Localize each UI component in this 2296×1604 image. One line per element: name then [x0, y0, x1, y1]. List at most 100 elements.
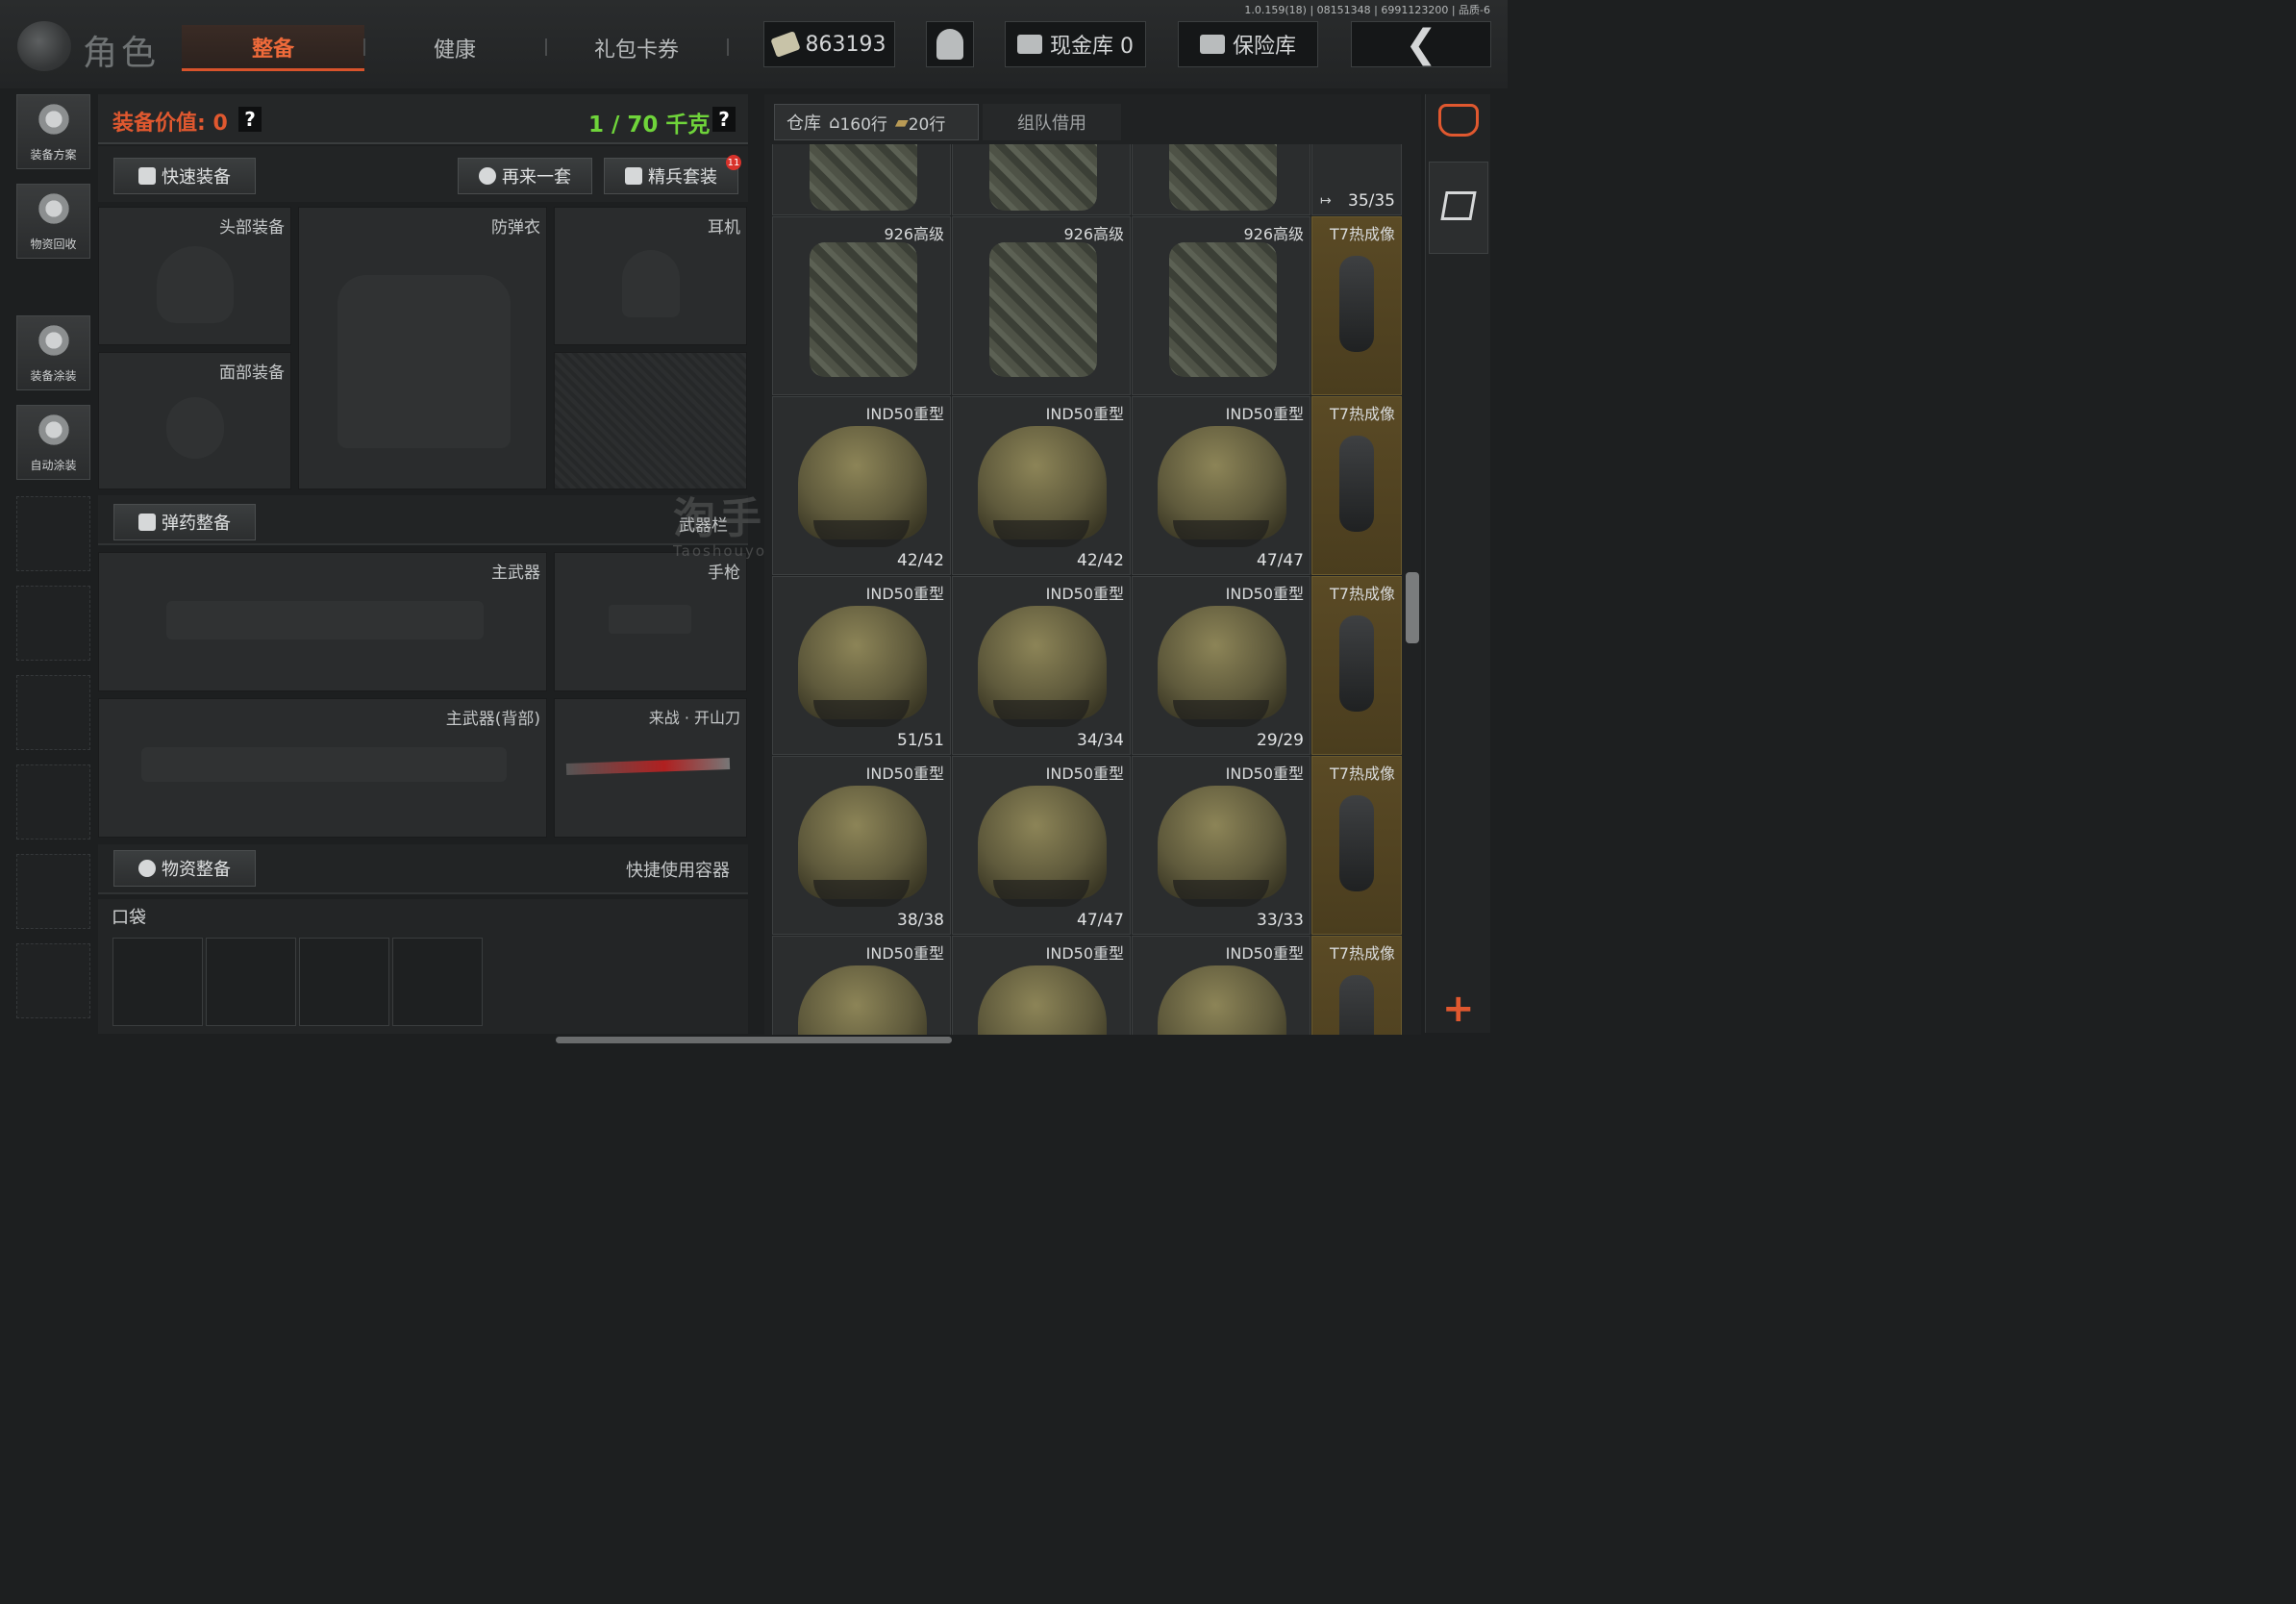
operator-button[interactable] — [926, 21, 974, 67]
locked-slot — [554, 352, 747, 489]
item-cell[interactable]: IND50重型 — [952, 936, 1131, 1035]
item-cell[interactable]: IND50重型 — [772, 936, 951, 1035]
sidebar-empty-slot — [16, 496, 90, 571]
item-name: IND50重型 — [1045, 585, 1124, 603]
item-durability: 47/47 — [1077, 911, 1124, 930]
item-name: 926高级 — [884, 225, 944, 243]
sidebar-item-skin[interactable]: 装备涂装 — [16, 315, 90, 390]
helmet-icon — [798, 426, 927, 547]
item-cell[interactable] — [952, 144, 1131, 215]
item-cell[interactable]: 926高级 — [1132, 216, 1310, 395]
back-button[interactable]: ❮ — [1351, 21, 1491, 67]
store-button[interactable] — [1429, 162, 1488, 254]
earphone-slot[interactable]: 耳机 — [554, 207, 747, 345]
item-cell[interactable]: T7热成像 — [1311, 396, 1402, 575]
supply-prep-button[interactable]: 物资整备 — [113, 850, 256, 887]
melee-slot[interactable]: 来战 · 开山刀 — [554, 698, 747, 838]
item-cell[interactable]: T7热成像 — [1311, 936, 1402, 1035]
currency-display[interactable]: 863193 — [763, 21, 895, 67]
sidebar-item-recycle[interactable]: 物资回收 — [16, 184, 90, 259]
item-name: 926高级 — [1243, 225, 1304, 243]
pocket-slot[interactable] — [206, 938, 296, 1026]
equipment-value: 装备价值: 0 — [112, 112, 228, 136]
home-icon: ⌂ — [829, 112, 840, 133]
helmet-icon — [978, 786, 1107, 907]
cash-vault-button[interactable]: 现金库 0 — [1005, 21, 1146, 67]
pocket-slot[interactable] — [299, 938, 389, 1026]
back-arrow-icon: ❮ — [1405, 22, 1437, 66]
item-cell[interactable]: IND50重型 33/33 — [1132, 756, 1310, 935]
item-cell[interactable]: IND50重型 47/47 — [1132, 396, 1310, 575]
ammo-list-icon — [138, 514, 156, 531]
team-borrow-tab[interactable]: 组队借用 — [983, 104, 1121, 140]
item-cell[interactable]: T7热成像 — [1311, 216, 1402, 395]
sort-stack-icon[interactable] — [1438, 104, 1479, 137]
weight-help-button[interactable]: ? — [712, 107, 736, 132]
primary-weapon-slot[interactable]: 主武器 — [98, 552, 547, 691]
warehouse-scrollbar[interactable] — [1406, 572, 1419, 643]
armor-slot[interactable]: 防弹衣 — [298, 207, 547, 489]
item-name: IND50重型 — [1045, 405, 1124, 423]
backpack-icon — [1169, 144, 1277, 211]
item-name: T7热成像 — [1330, 585, 1395, 603]
slot-label: 防弹衣 — [491, 218, 540, 238]
pistol-slot[interactable]: 手枪 — [554, 552, 747, 691]
item-cell[interactable] — [772, 144, 951, 215]
thermal-scope-icon — [1339, 975, 1374, 1035]
item-cell[interactable]: IND50重型 — [1132, 936, 1310, 1035]
recycle-icon — [34, 189, 73, 228]
exit-icon: ↦ — [1320, 193, 1332, 209]
item-durability: 33/33 — [1257, 911, 1304, 930]
value-help-button[interactable]: ? — [238, 107, 262, 132]
machete-icon — [565, 758, 731, 775]
sidebar-item-auto-skin[interactable]: 自动涂装 — [16, 405, 90, 480]
slot-label: 主武器 — [491, 564, 540, 583]
item-name: IND50重型 — [1225, 405, 1304, 423]
item-cell[interactable]: T7热成像 — [1311, 756, 1402, 935]
item-cell[interactable]: T7热成像 — [1311, 576, 1402, 755]
helmet-icon — [978, 965, 1107, 1035]
again-button[interactable]: 再来一套 — [458, 158, 592, 194]
item-cell[interactable]: 926高级 — [952, 216, 1131, 395]
notification-badge: 11 — [726, 155, 741, 170]
face-gear-slot[interactable]: 面部装备 — [98, 352, 291, 489]
item-cell[interactable]: IND50重型 29/29 — [1132, 576, 1310, 755]
item-cell[interactable]: IND50重型 42/42 — [952, 396, 1131, 575]
vest-placeholder-icon — [337, 275, 511, 448]
tab-equip[interactable]: 整备 — [182, 25, 364, 71]
item-cell[interactable]: IND50重型 34/34 — [952, 576, 1131, 755]
item-cell[interactable] — [1132, 144, 1310, 215]
backpack-icon — [989, 242, 1097, 377]
sidebar-item-loadout[interactable]: 装备方案 — [16, 94, 90, 169]
sidebar-label: 自动涂装 — [30, 459, 77, 472]
helmet-icon — [978, 426, 1107, 547]
pocket-slot[interactable] — [112, 938, 203, 1026]
item-cell[interactable]: 35/35 ↦ — [1311, 144, 1402, 215]
back-weapon-slot[interactable]: 主武器(背部) — [98, 698, 547, 838]
quick-equip-button[interactable]: 快速装备 — [113, 158, 256, 194]
sidebar-empty-slot — [16, 854, 90, 929]
add-button[interactable]: + — [1442, 987, 1475, 1031]
item-cell[interactable]: 926高级 — [772, 216, 951, 395]
horizontal-scrollbar[interactable] — [556, 1037, 952, 1043]
tab-gift-cards[interactable]: 礼包卡券 — [545, 25, 728, 71]
item-cell[interactable]: IND50重型 47/47 — [952, 756, 1131, 935]
item-cell[interactable]: IND50重型 38/38 — [772, 756, 951, 935]
helmet-icon — [798, 606, 927, 727]
item-durability: 42/42 — [1077, 551, 1124, 570]
item-cell[interactable]: IND50重型 42/42 — [772, 396, 951, 575]
weight-display: 1 / 70 千克 — [588, 113, 711, 138]
sidebar-label: 装备涂装 — [30, 369, 77, 383]
pocket-slot[interactable] — [392, 938, 483, 1026]
quick-equip-label: 快速装备 — [162, 167, 231, 188]
item-cell[interactable]: IND50重型 51/51 — [772, 576, 951, 755]
item-name: 926高级 — [1063, 225, 1124, 243]
shield-icon — [625, 167, 642, 185]
thermal-scope-icon — [1339, 615, 1374, 712]
safe-vault-button[interactable]: 保险库 — [1178, 21, 1318, 67]
ammo-prep-button[interactable]: 弹药整备 — [113, 504, 256, 540]
head-gear-slot[interactable]: 头部装备 — [98, 207, 291, 345]
warehouse-tab[interactable]: 仓库 ⌂ 160行 ▰ 20行 — [774, 104, 979, 140]
elite-set-button[interactable]: 精兵套装 — [604, 158, 738, 194]
tab-health[interactable]: 健康 — [363, 25, 546, 71]
